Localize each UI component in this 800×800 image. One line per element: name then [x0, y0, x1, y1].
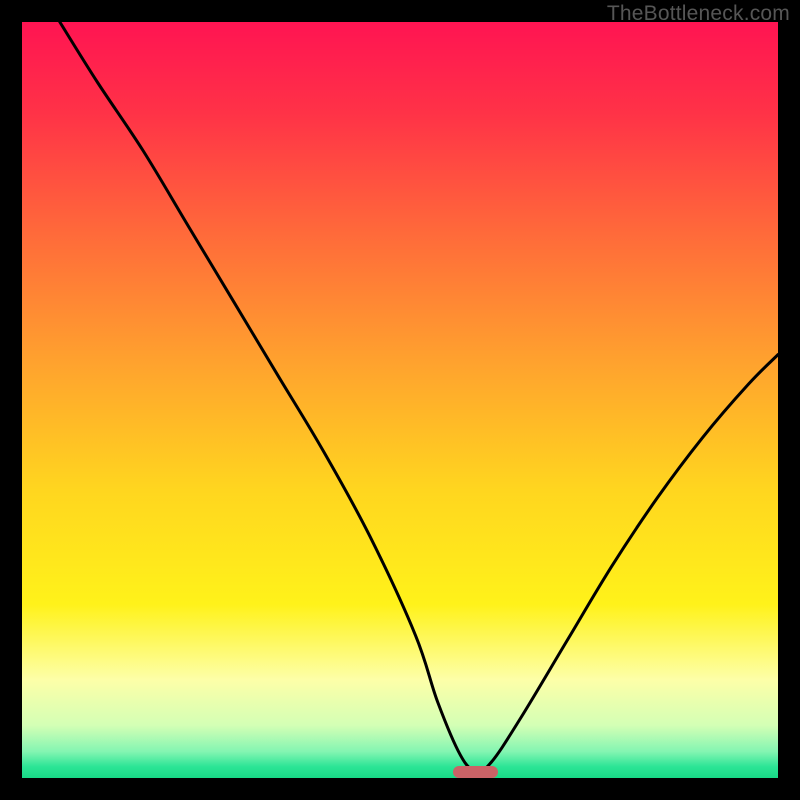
plot-area [22, 22, 778, 778]
optimal-marker [453, 766, 498, 778]
watermark-text: TheBottleneck.com [607, 2, 790, 26]
bottleneck-curve [22, 22, 778, 778]
chart-frame: TheBottleneck.com [0, 0, 800, 800]
